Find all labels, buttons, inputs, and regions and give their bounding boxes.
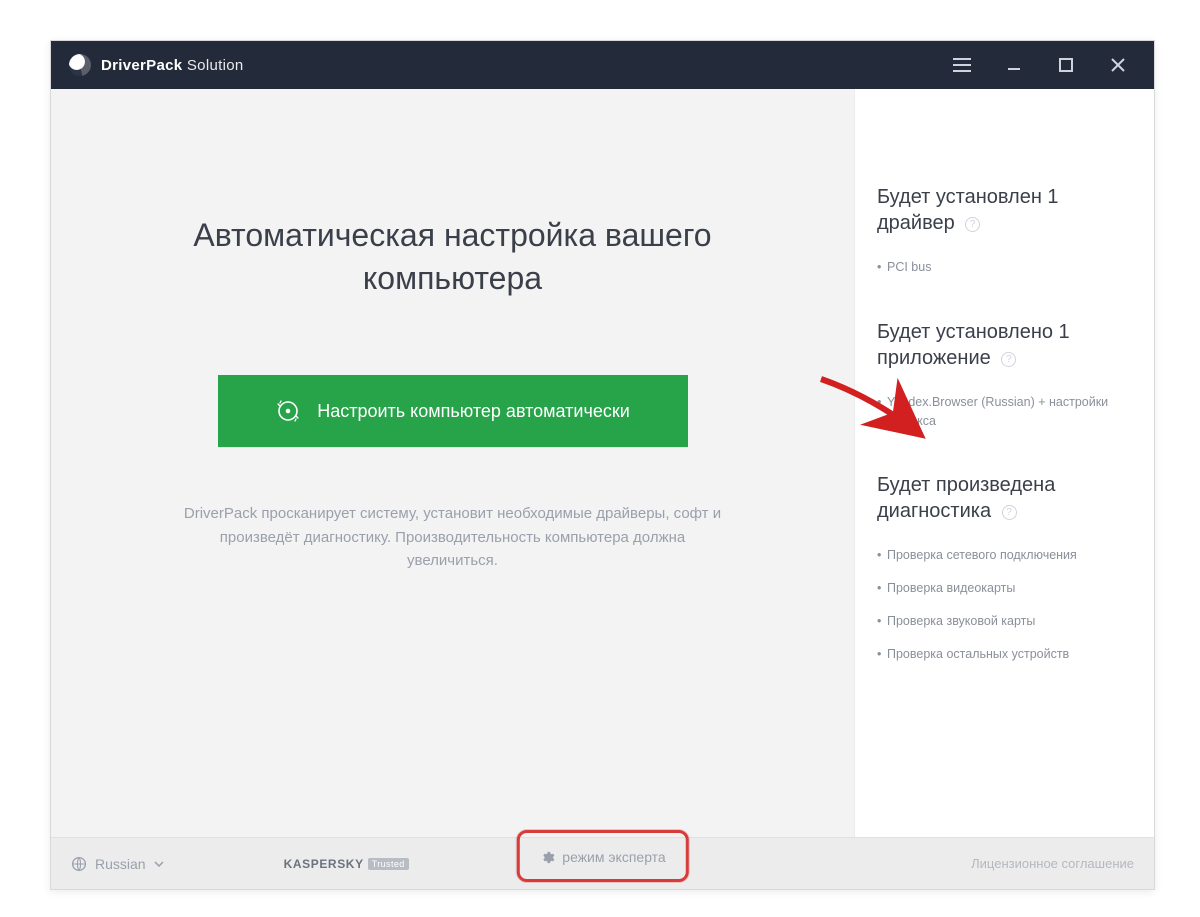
help-icon[interactable]: ?	[1001, 352, 1016, 367]
close-icon	[1111, 58, 1125, 72]
minimize-button[interactable]	[988, 41, 1040, 89]
sidebar-title: Будет установлено 1 приложение	[877, 321, 1070, 369]
sidebar: Будет установлен 1 драйвер ? PCI bus Буд…	[854, 89, 1154, 837]
app-window: DriverPack Solution Автоматическая настр…	[50, 40, 1155, 890]
list-item: Проверка видеокарты	[877, 579, 1132, 598]
kaspersky-badge: KASPERSKY Trusted	[284, 857, 409, 871]
brand-text: DriverPack Solution	[101, 57, 243, 74]
page-headline: Автоматическая настройка вашего компьюте…	[173, 214, 733, 300]
expert-mode-button[interactable]: режим эксперта	[525, 843, 679, 871]
titlebar: DriverPack Solution	[51, 41, 1154, 89]
close-button[interactable]	[1092, 41, 1144, 89]
auto-configure-button[interactable]: Настроить компьютер автоматически	[218, 375, 688, 447]
help-icon[interactable]: ?	[965, 217, 980, 232]
gear-icon	[539, 850, 554, 865]
expert-mode-highlight: режим эксперта	[516, 830, 688, 882]
hamburger-icon	[953, 58, 971, 72]
sidebar-group-diagnostics: Будет произведена диагностика ? Проверка…	[877, 472, 1132, 663]
minimize-icon	[1006, 57, 1022, 73]
list-item: Проверка сетевого подключения	[877, 546, 1132, 565]
expert-mode-label: режим эксперта	[562, 849, 665, 865]
app-logo: DriverPack Solution	[69, 54, 243, 76]
kaspersky-label: KASPERSKY	[284, 857, 364, 871]
sidebar-list: Yandex.Browser (Russian) + настройки Янд…	[877, 393, 1132, 431]
language-selector[interactable]: Russian	[71, 856, 164, 872]
maximize-button[interactable]	[1040, 41, 1092, 89]
license-link[interactable]: Лицензионное соглашение	[971, 856, 1134, 871]
logo-icon	[69, 54, 91, 76]
window-controls	[936, 41, 1144, 89]
main-panel: Автоматическая настройка вашего компьюте…	[51, 89, 854, 837]
list-item: PCI bus	[877, 258, 1132, 277]
trusted-badge: Trusted	[368, 858, 409, 870]
list-item: Проверка звуковой карты	[877, 612, 1132, 631]
description-text: DriverPack просканирует систему, установ…	[183, 502, 723, 572]
content-area: Автоматическая настройка вашего компьюте…	[51, 89, 1154, 837]
sidebar-group-apps: Будет установлено 1 приложение ? Yandex.…	[877, 319, 1132, 431]
chevron-down-icon	[154, 861, 164, 867]
sidebar-list: PCI bus	[877, 258, 1132, 277]
sidebar-group-drivers: Будет установлен 1 драйвер ? PCI bus	[877, 184, 1132, 277]
globe-icon	[71, 856, 87, 872]
brand-light: Solution	[182, 57, 243, 74]
language-label: Russian	[95, 856, 146, 872]
list-item: Yandex.Browser (Russian) + настройки Янд…	[877, 393, 1132, 431]
brand-strong: DriverPack	[101, 57, 182, 74]
menu-button[interactable]	[936, 41, 988, 89]
footer: Russian KASPERSKY Trusted режим эксперта…	[51, 837, 1154, 889]
sidebar-list: Проверка сетевого подключения Проверка в…	[877, 546, 1132, 663]
sparkle-disc-icon	[275, 398, 301, 424]
list-item: Проверка остальных устройств	[877, 645, 1132, 664]
maximize-icon	[1059, 58, 1073, 72]
sidebar-title: Будет произведена диагностика	[877, 474, 1055, 522]
cta-label: Настроить компьютер автоматически	[317, 401, 630, 422]
help-icon[interactable]: ?	[1002, 505, 1017, 520]
